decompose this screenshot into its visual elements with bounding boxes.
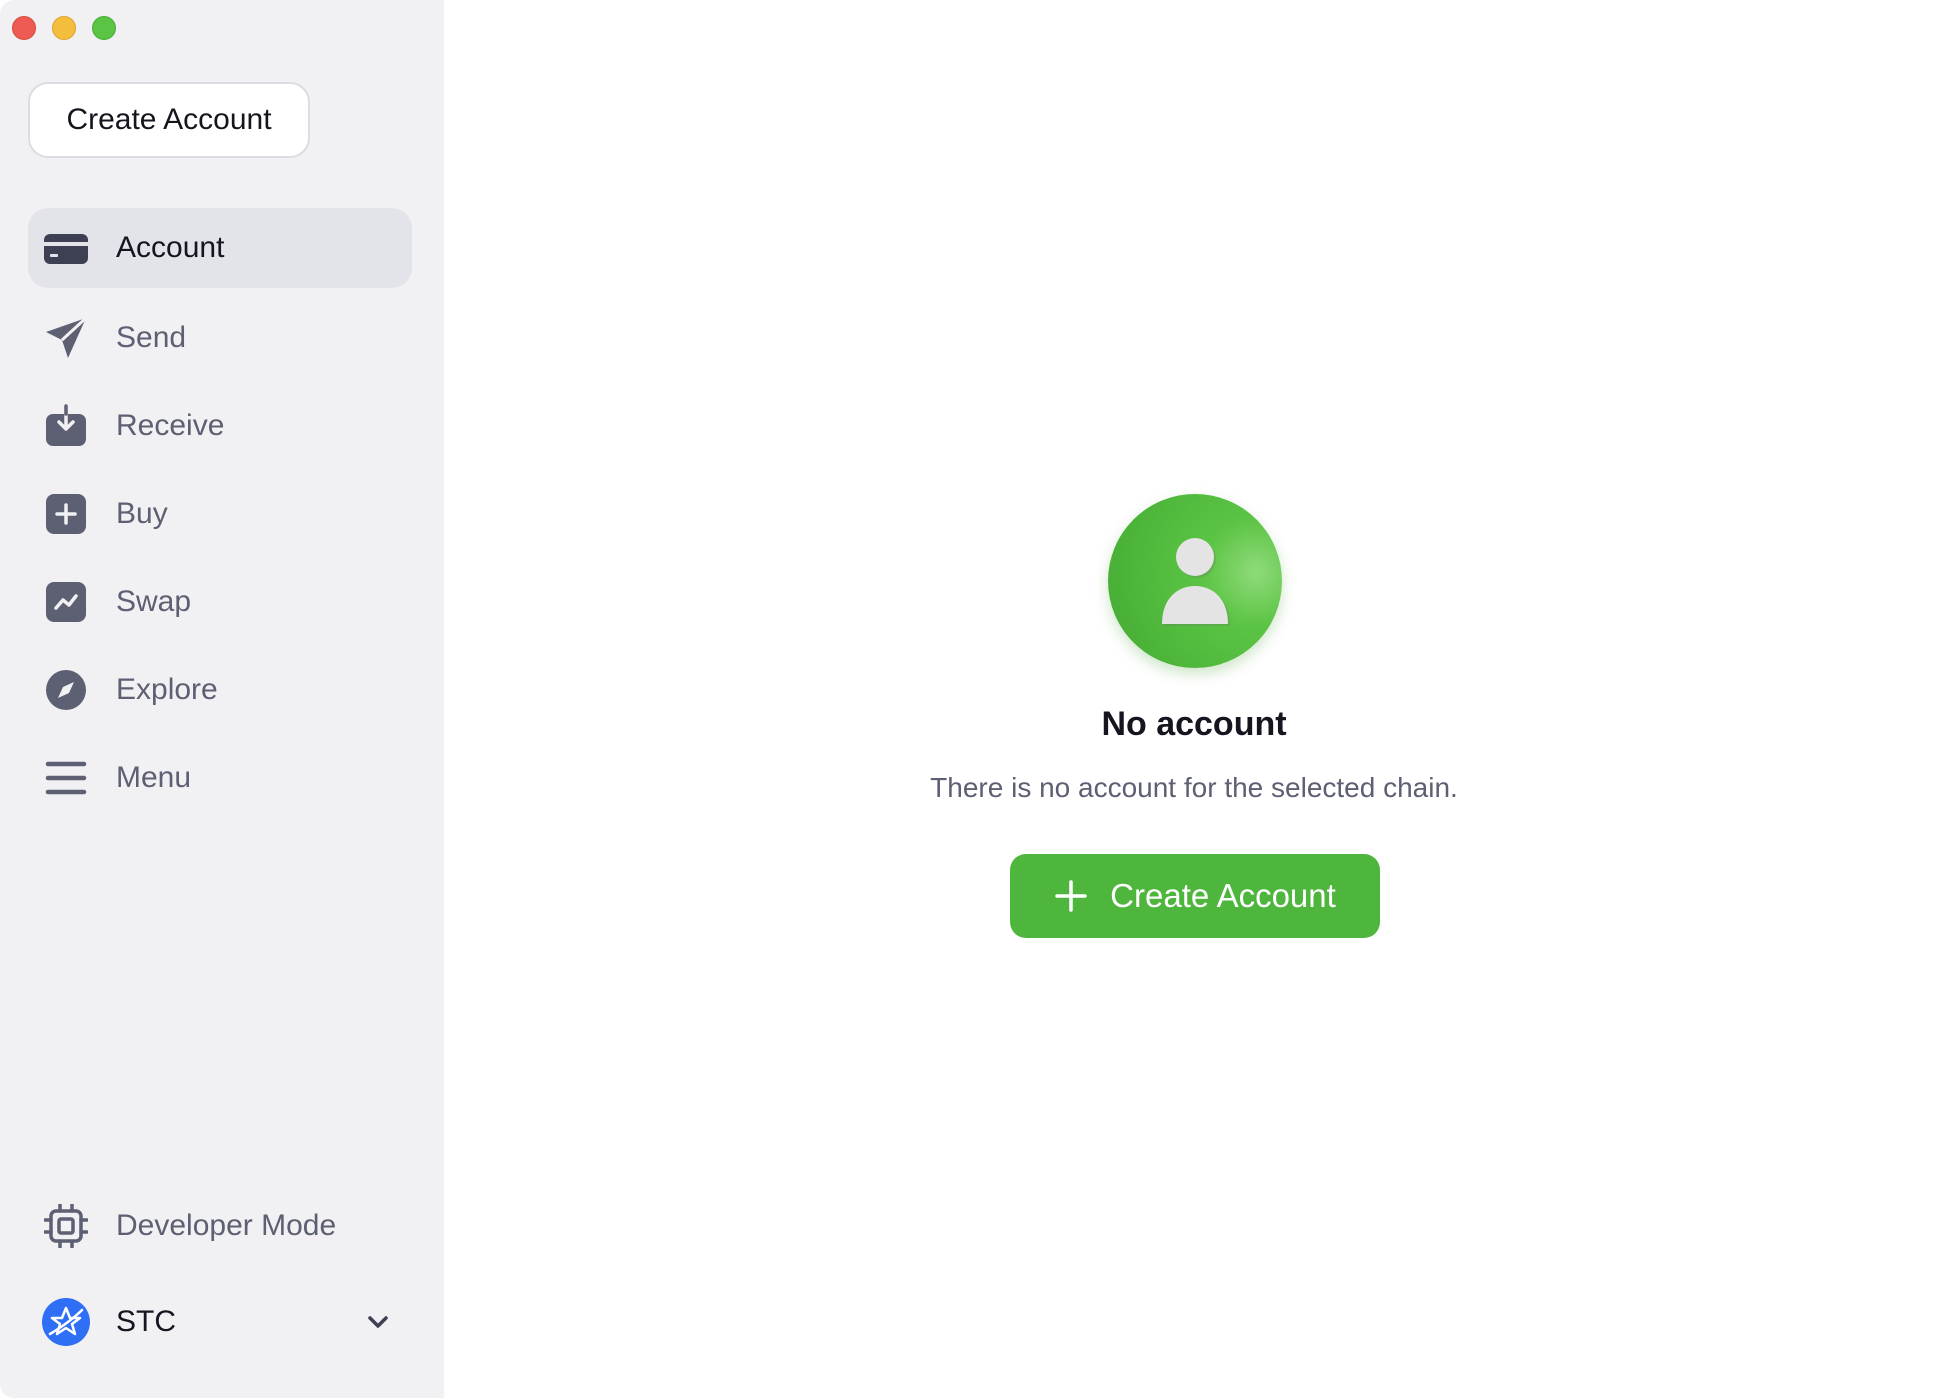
chip-icon <box>44 1204 88 1248</box>
main-content: No account There is no account for the s… <box>444 0 1944 1398</box>
hamburger-icon <box>44 756 88 800</box>
create-account-primary-label: Create Account <box>1110 877 1336 914</box>
chain-label: STC <box>116 1305 176 1338</box>
download-tray-icon <box>44 404 88 448</box>
plus-square-icon <box>44 492 88 536</box>
window-minimize-button[interactable] <box>52 16 76 40</box>
sidebar-item-send[interactable]: Send <box>28 298 412 378</box>
sidebar-item-label: Receive <box>116 409 225 442</box>
sidebar-item-receive[interactable]: Receive <box>28 386 412 466</box>
chart-square-icon <box>44 580 88 624</box>
card-icon <box>44 226 88 270</box>
sidebar-item-explore[interactable]: Explore <box>28 650 412 730</box>
window-close-button[interactable] <box>12 16 36 40</box>
plus-icon <box>1054 879 1088 913</box>
empty-state-description: There is no account for the selected cha… <box>930 772 1458 803</box>
user-avatar-icon <box>1108 494 1282 668</box>
sidebar-item-label: Send <box>116 321 187 354</box>
create-account-primary-button[interactable]: Create Account <box>1010 854 1380 938</box>
chevron-down-icon <box>362 1306 394 1338</box>
paper-plane-icon <box>44 316 88 360</box>
starcoin-logo-icon <box>42 1298 90 1346</box>
sidebar-item-buy[interactable]: Buy <box>28 474 412 554</box>
sidebar: Create Account Account Send Receive Buy … <box>0 0 444 1398</box>
window-zoom-button[interactable] <box>92 16 116 40</box>
create-account-label: Create Account <box>66 103 272 136</box>
sidebar-item-swap[interactable]: Swap <box>28 562 412 642</box>
developer-mode-label: Developer Mode <box>116 1209 337 1242</box>
sidebar-item-label: Menu <box>116 761 192 794</box>
app-window: Create Account Account Send Receive Buy … <box>0 0 1944 1398</box>
compass-icon <box>44 668 88 712</box>
create-account-button[interactable]: Create Account <box>28 82 310 158</box>
sidebar-item-label: Account <box>116 231 225 264</box>
sidebar-item-account[interactable]: Account <box>28 208 412 288</box>
empty-state-title: No account <box>1101 705 1287 743</box>
chain-selector[interactable]: STC <box>28 1280 412 1364</box>
sidebar-item-label: Explore <box>116 673 218 706</box>
sidebar-item-menu[interactable]: Menu <box>28 738 412 818</box>
developer-mode-toggle[interactable]: Developer Mode <box>28 1186 412 1266</box>
sidebar-item-label: Buy <box>116 497 168 530</box>
sidebar-item-label: Swap <box>116 585 192 618</box>
